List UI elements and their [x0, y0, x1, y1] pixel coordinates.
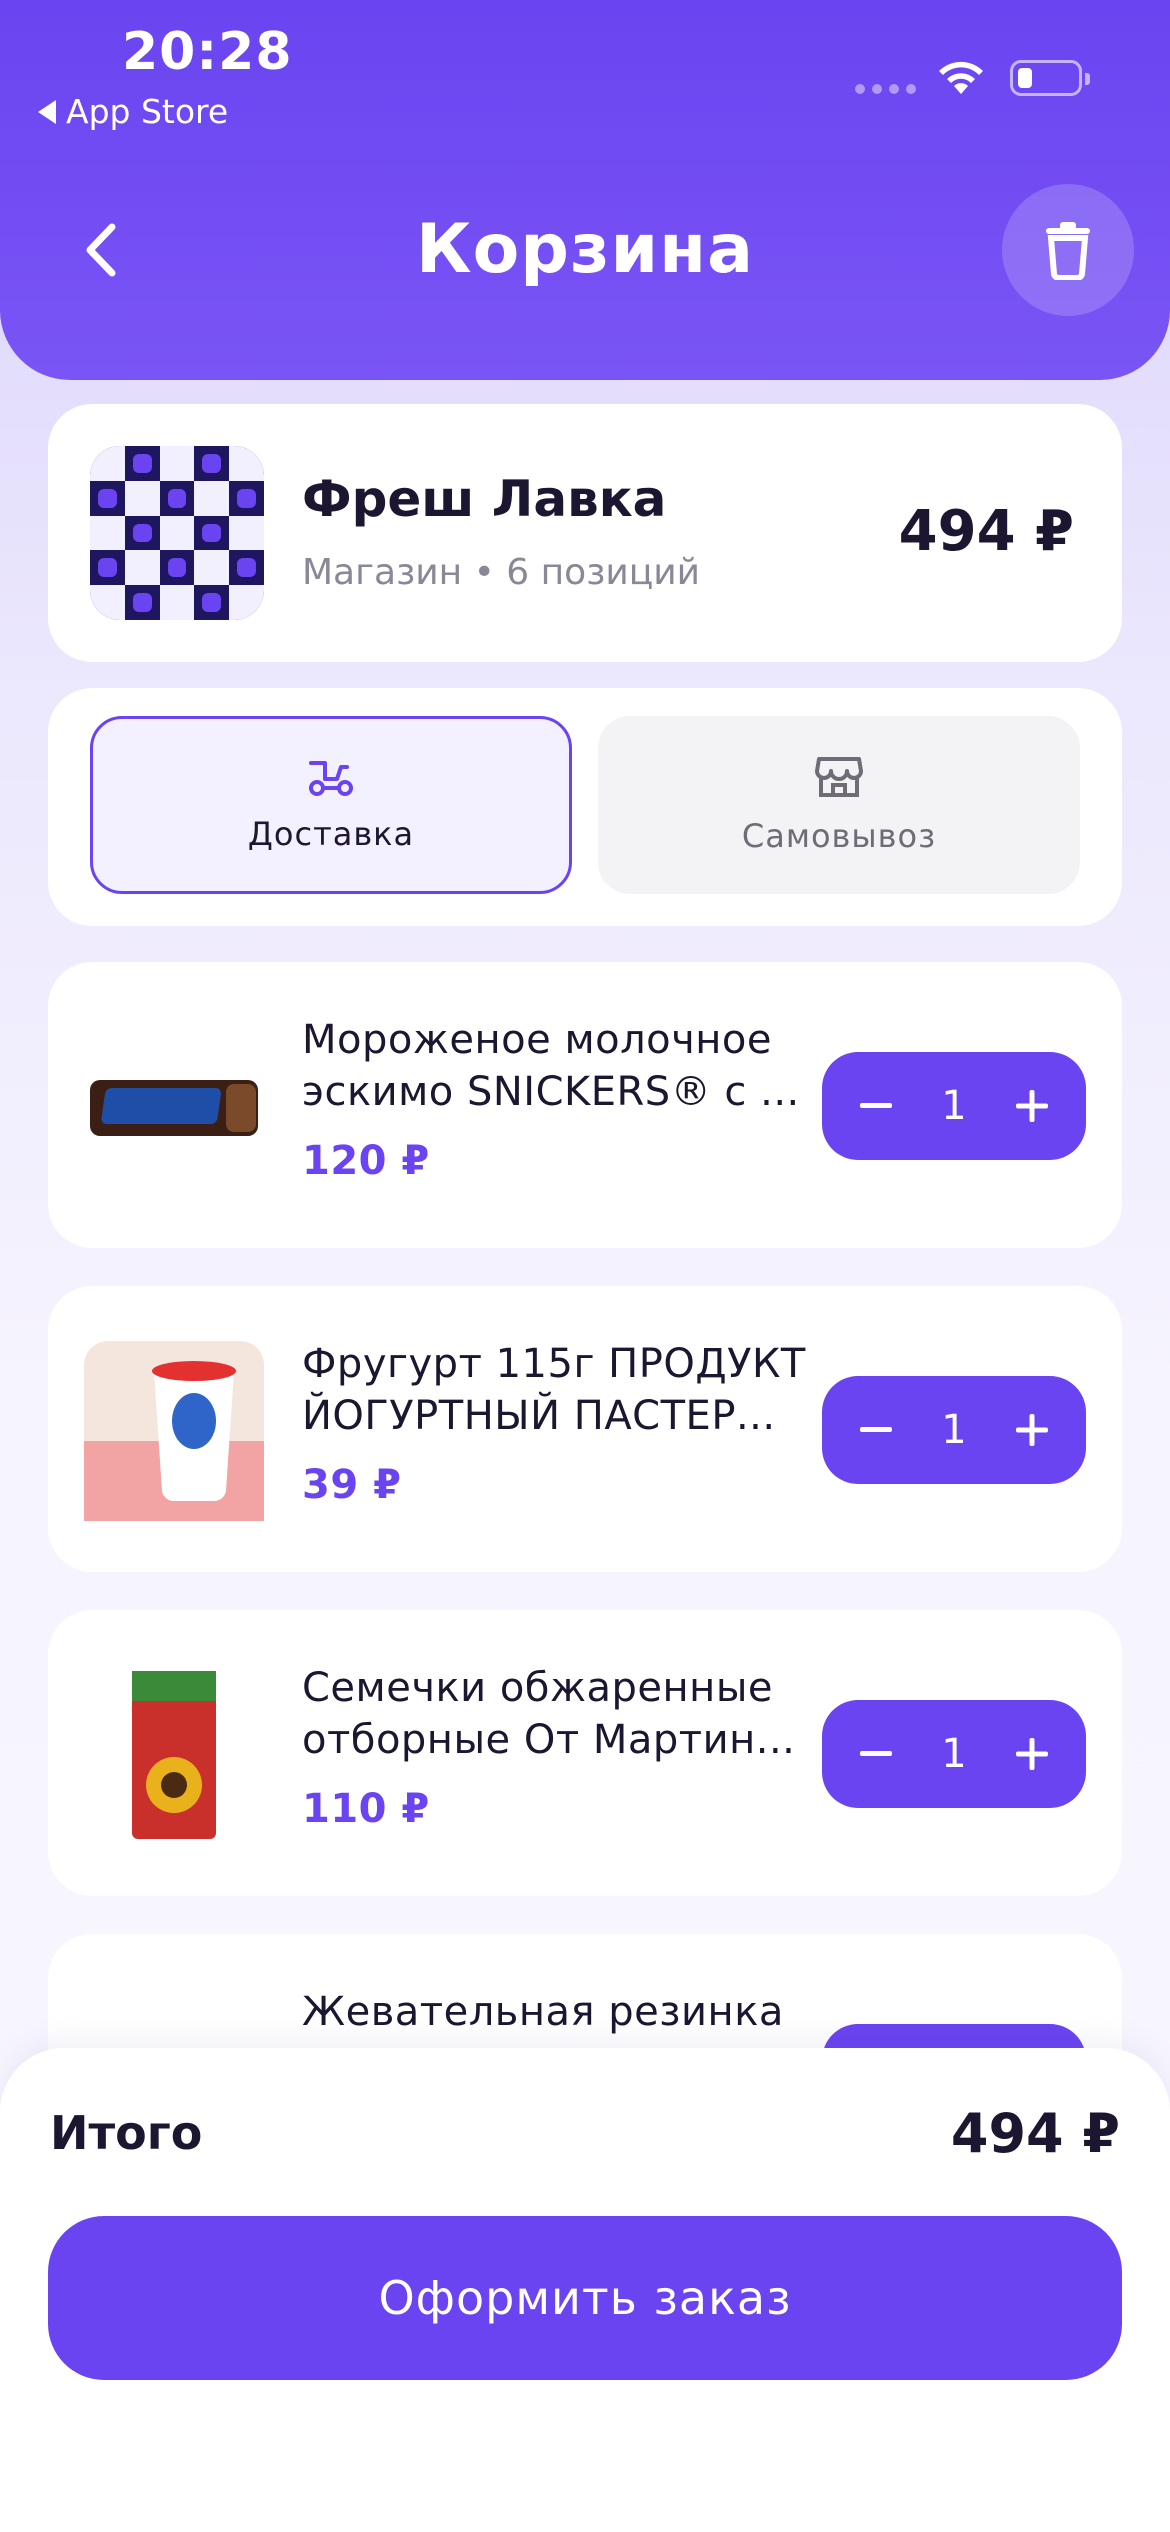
- product-image: [84, 1341, 264, 1521]
- quantity-value: 1: [941, 1083, 967, 1129]
- product-price: 110 ₽: [302, 1786, 430, 1832]
- signal-icon: [855, 84, 916, 94]
- increase-quantity-button[interactable]: [1002, 1724, 1062, 1784]
- decrease-quantity-button[interactable]: [846, 1724, 906, 1784]
- mode-delivery-label: Доставка: [247, 815, 415, 853]
- product-image: [84, 1017, 264, 1197]
- store-logo: [90, 446, 264, 620]
- increase-quantity-button[interactable]: [1002, 1400, 1062, 1460]
- checkout-button[interactable]: Оформить заказ: [48, 2216, 1122, 2380]
- cart-item[interactable]: Мороженое молочное эскимо SNICKERS® с ..…: [48, 962, 1122, 1248]
- total-value: 494 ₽: [950, 2102, 1120, 2165]
- product-name: Фругурт 115г ПРОДУКТ ЙОГУРТНЫЙ ПАСТЕР...: [302, 1341, 806, 1439]
- product-price: 120 ₽: [302, 1138, 430, 1184]
- plus-icon: [1015, 1090, 1048, 1122]
- store-total: 494 ₽: [898, 499, 1074, 564]
- quantity-value: 1: [941, 1731, 967, 1777]
- back-triangle-icon: [38, 99, 56, 124]
- back-to-app-link[interactable]: App Store: [38, 92, 228, 131]
- quantity-stepper: 1: [822, 1376, 1086, 1484]
- store-subtitle: Магазин • 6 позиций: [302, 552, 701, 593]
- product-price: 39 ₽: [302, 1462, 402, 1508]
- clear-cart-button[interactable]: [1002, 184, 1134, 316]
- trash-icon: [1046, 222, 1090, 280]
- plus-icon: [1015, 1414, 1048, 1446]
- checkout-panel: Итого 494 ₽ Оформить заказ: [0, 2048, 1170, 2532]
- cart-item[interactable]: Семечки обжаренные отборные От Мартин...…: [48, 1610, 1122, 1896]
- page-title: Корзина: [415, 210, 754, 289]
- minus-icon: [860, 1103, 892, 1108]
- wifi-icon: [939, 61, 983, 94]
- minus-icon: [860, 1751, 892, 1756]
- plus-icon: [1015, 1738, 1048, 1770]
- quantity-stepper: 1: [822, 1700, 1086, 1808]
- delivery-mode-selector: Доставка Самовывоз: [48, 688, 1122, 926]
- quantity-value: 1: [941, 1407, 967, 1453]
- increase-quantity-button[interactable]: [1002, 1076, 1062, 1136]
- minus-icon: [860, 1427, 892, 1432]
- mode-delivery[interactable]: Доставка: [90, 716, 572, 894]
- store-icon: [815, 757, 863, 797]
- status-time: 20:28: [122, 22, 293, 82]
- header: 20:28 App Store Корзина: [0, 0, 1170, 380]
- decrease-quantity-button[interactable]: [846, 1076, 906, 1136]
- back-app-label: App Store: [66, 92, 229, 131]
- mode-pickup-label: Самовывоз: [741, 817, 937, 855]
- mode-pickup[interactable]: Самовывоз: [598, 716, 1080, 894]
- store-card[interactable]: Фреш Лавка Магазин • 6 позиций 494 ₽: [48, 404, 1122, 662]
- store-name: Фреш Лавка: [302, 470, 667, 528]
- decrease-quantity-button[interactable]: [846, 1400, 906, 1460]
- product-name: Мороженое молочное эскимо SNICKERS® с ..…: [302, 1017, 800, 1115]
- scooter-icon: [309, 761, 353, 796]
- product-name: Семечки обжаренные отборные От Мартин...: [302, 1665, 796, 1763]
- battery-icon: [1010, 60, 1090, 96]
- product-image: [84, 1665, 264, 1845]
- cart-item[interactable]: Фругурт 115г ПРОДУКТ ЙОГУРТНЫЙ ПАСТЕР...…: [48, 1286, 1122, 1572]
- quantity-stepper: 1: [822, 1052, 1086, 1160]
- product-name: Жевательная резинка: [302, 1989, 784, 2035]
- total-label: Итого: [50, 2106, 203, 2160]
